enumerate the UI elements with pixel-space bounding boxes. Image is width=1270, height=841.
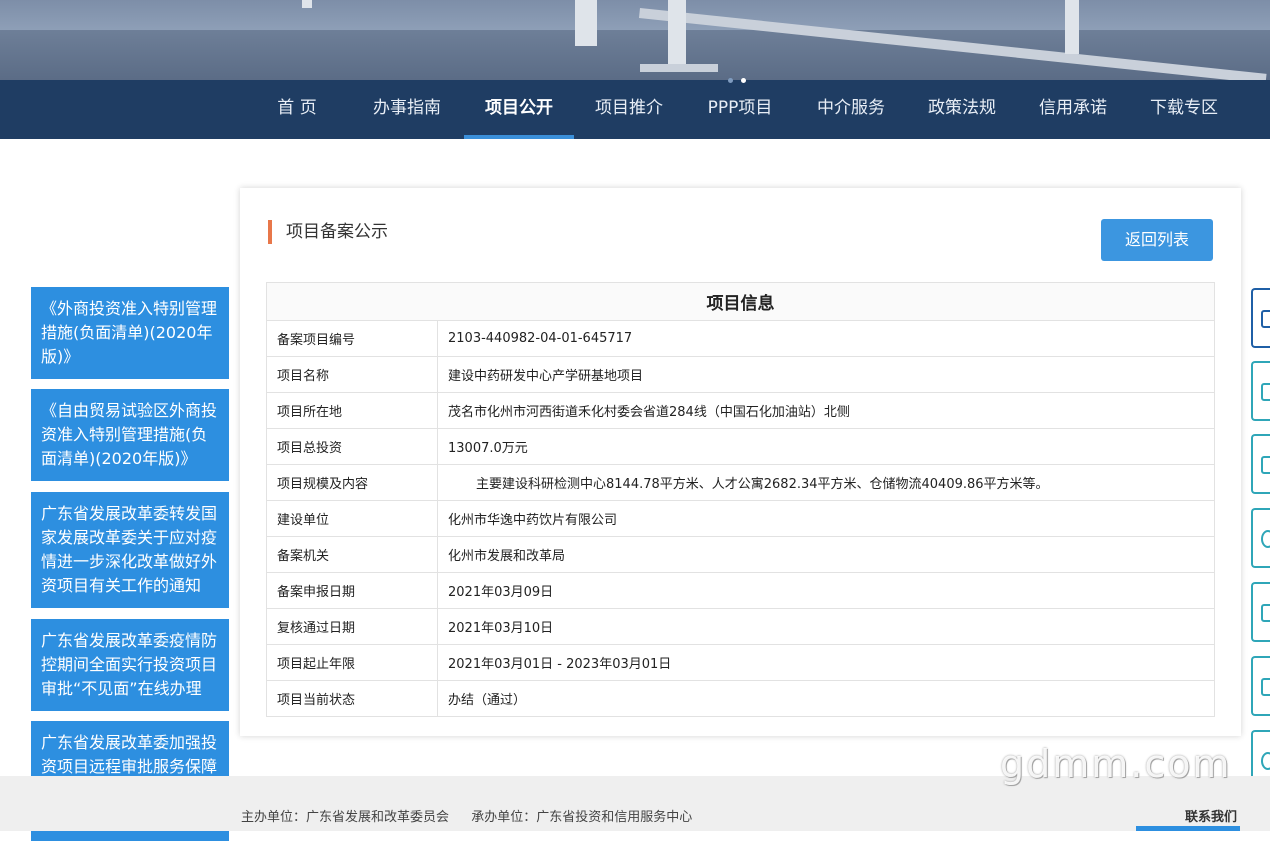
- banner-bridge-pillar: [1065, 0, 1079, 54]
- row-value: 2021年03月10日: [437, 608, 1215, 645]
- table-row: 项目所在地 茂名市化州市河西街道禾化村委会省道284线（中国石化加油站）北侧: [266, 392, 1215, 429]
- table-row: 项目总投资 13007.0万元: [266, 428, 1215, 465]
- contact-us-link[interactable]: 联系我们: [1185, 806, 1237, 825]
- nav-home[interactable]: 首 页: [262, 80, 332, 139]
- row-value: 化州市发展和改革局: [437, 536, 1215, 573]
- row-value: 办结（通过）: [437, 680, 1215, 717]
- footer-accent-bar: [1136, 826, 1240, 831]
- float-tab-share[interactable]: [1251, 582, 1270, 642]
- panel-title: 项目备案公示: [268, 220, 388, 244]
- row-value: 茂名市化州市河西街道禾化村委会省道284线（中国石化加油站）北侧: [437, 392, 1215, 429]
- table-title: 项目信息: [266, 282, 1215, 321]
- clock-icon: [1261, 530, 1270, 548]
- row-value: 2021年03月09日: [437, 572, 1215, 609]
- row-value: 2103-440982-04-01-645717: [437, 320, 1215, 357]
- row-value: 13007.0万元: [437, 428, 1215, 465]
- sidebar-link[interactable]: 广东省发展改革委疫情防控期间全面实行投资项目审批“不见面”在线办理: [31, 619, 229, 711]
- row-label: 项目起止年限: [266, 644, 438, 681]
- nav-ppp[interactable]: PPP项目: [696, 80, 784, 139]
- footer-sponsor: 主办单位：广东省发展和改革委员会: [241, 810, 450, 825]
- table-row: 备案申报日期 2021年03月09日: [266, 572, 1215, 609]
- float-tab-document[interactable]: [1251, 434, 1270, 494]
- row-value: 建设中药研发中心产学研基地项目: [437, 356, 1215, 393]
- watermark: gdmm.com: [1000, 742, 1232, 786]
- form-icon: [1261, 678, 1270, 696]
- nav-policy[interactable]: 政策法规: [919, 80, 1005, 139]
- project-info-table: 项目信息 备案项目编号 2103-440982-04-01-645717 项目名称…: [266, 282, 1215, 717]
- row-label: 备案机关: [266, 536, 438, 573]
- carousel-dot-active[interactable]: [741, 78, 746, 83]
- banner-image: [0, 0, 1270, 80]
- table-row: 项目当前状态 办结（通过）: [266, 680, 1215, 717]
- nav-intermediary[interactable]: 中介服务: [808, 80, 894, 139]
- table-row: 项目名称 建设中药研发中心产学研基地项目: [266, 356, 1215, 393]
- row-label: 项目名称: [266, 356, 438, 393]
- float-tab-form[interactable]: [1251, 656, 1270, 716]
- row-label: 备案项目编号: [266, 320, 438, 357]
- row-label: 建设单位: [266, 500, 438, 537]
- share-icon: [1261, 604, 1270, 622]
- table-row: 备案项目编号 2103-440982-04-01-645717: [266, 320, 1215, 357]
- banner-bridge-pillar: [575, 0, 597, 46]
- table-row: 复核通过日期 2021年03月10日: [266, 608, 1215, 645]
- help-icon: [1261, 752, 1270, 770]
- nav-credit[interactable]: 信用承诺: [1030, 80, 1116, 139]
- float-tab-user[interactable]: [1251, 361, 1270, 421]
- table-row: 项目起止年限 2021年03月01日 - 2023年03月01日: [266, 644, 1215, 681]
- sidebar-link[interactable]: 《自由贸易试验区外商投资准入特别管理措施(负面清单)(2020年版)》: [31, 389, 229, 481]
- row-value: 2021年03月01日 - 2023年03月01日: [437, 644, 1215, 681]
- float-tab-clock[interactable]: [1251, 508, 1270, 568]
- row-label: 项目规模及内容: [266, 464, 438, 501]
- document-icon: [1261, 456, 1270, 474]
- row-label: 复核通过日期: [266, 608, 438, 645]
- row-label: 项目所在地: [266, 392, 438, 429]
- banner-bridge-pillar: [302, 0, 312, 8]
- project-detail-panel: 项目备案公示 返回列表 项目信息 备案项目编号 2103-440982-04-01…: [240, 188, 1241, 736]
- bookmark-icon: [1261, 310, 1270, 328]
- carousel-dots: [728, 78, 746, 83]
- row-label: 项目总投资: [266, 428, 438, 465]
- table-row: 备案机关 化州市发展和改革局: [266, 536, 1215, 573]
- float-tab-bookmark[interactable]: [1251, 288, 1270, 348]
- carousel-dot[interactable]: [728, 78, 733, 83]
- row-label: 备案申报日期: [266, 572, 438, 609]
- banner-bridge-pillar: [668, 0, 686, 70]
- row-label: 项目当前状态: [266, 680, 438, 717]
- sidebar-link[interactable]: 广东省发展改革委转发国家发展改革委关于应对疫情进一步深化改革做好外资项目有关工作…: [31, 492, 229, 608]
- user-icon: [1261, 383, 1270, 401]
- table-row: 建设单位 化州市华逸中药饮片有限公司: [266, 500, 1215, 537]
- banner-bridge-base: [640, 64, 718, 72]
- sidebar-link[interactable]: 《外商投资准入特别管理措施(负面清单)(2020年版)》: [31, 287, 229, 379]
- main-nav: 首 页 办事指南 项目公开 项目推介 PPP项目 中介服务 政策法规 信用承诺 …: [0, 80, 1270, 139]
- nav-guide[interactable]: 办事指南: [364, 80, 450, 139]
- table-row: 项目规模及内容 主要建设科研检测中心8144.78平方米、人才公寓2682.34平…: [266, 464, 1215, 501]
- nav-download[interactable]: 下载专区: [1141, 80, 1227, 139]
- nav-project-public[interactable]: 项目公开: [464, 80, 574, 139]
- row-value: 主要建设科研检测中心8144.78平方米、人才公寓2682.34平方米、仓储物流…: [437, 464, 1215, 501]
- nav-project-promotion[interactable]: 项目推介: [586, 80, 672, 139]
- footer-credits: 主办单位：广东省发展和改革委员会 承办单位：广东省投资和信用服务中心: [241, 806, 692, 825]
- back-to-list-button[interactable]: 返回列表: [1101, 219, 1213, 261]
- footer-organizer: 承办单位：广东省投资和信用服务中心: [471, 810, 693, 825]
- row-value: 化州市华逸中药饮片有限公司: [437, 500, 1215, 537]
